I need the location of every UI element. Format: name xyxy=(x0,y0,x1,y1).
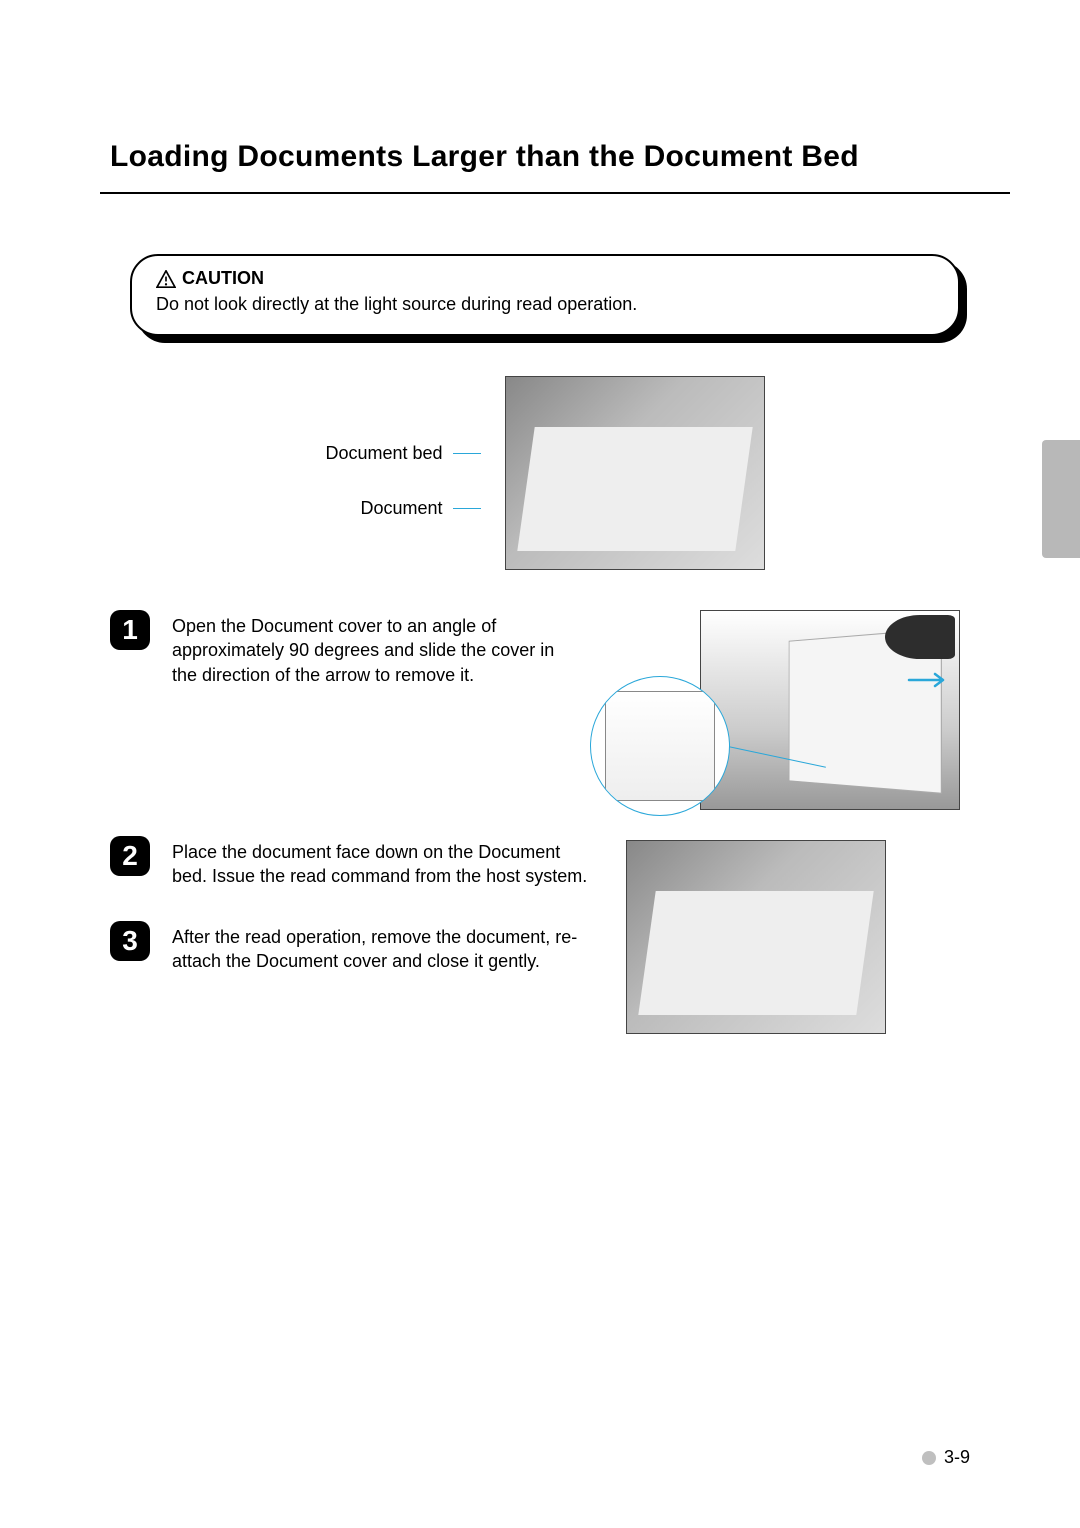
label-document: Document xyxy=(360,498,442,519)
warning-triangle-icon xyxy=(156,270,176,288)
page-footer: 3-9 xyxy=(922,1447,970,1468)
step-1-photo xyxy=(700,610,960,810)
step-3-badge: 3 xyxy=(110,921,150,961)
step-3-left: 3 After the read operation, remove the d… xyxy=(110,921,590,974)
direction-arrow-icon xyxy=(907,671,955,689)
label-document-row: Document xyxy=(360,498,480,519)
caution-box: CAUTION Do not look directly at the ligh… xyxy=(130,254,960,336)
step-2-badge: 2 xyxy=(110,836,150,876)
step-1-left: 1 Open the Document cover to an angle of… xyxy=(110,610,566,687)
section-tab xyxy=(1042,440,1080,558)
leader-line xyxy=(453,453,481,454)
caution-text: Do not look directly at the light source… xyxy=(156,293,934,316)
steps-2-3-group: 2 Place the document face down on the Do… xyxy=(110,836,960,1034)
hand-illustration xyxy=(885,615,955,659)
footer-bullet-icon xyxy=(922,1451,936,1465)
label-document-bed: Document bed xyxy=(325,443,442,464)
caution-heading: CAUTION xyxy=(182,268,264,289)
step-3-text: After the read operation, remove the doc… xyxy=(172,921,590,974)
leader-line xyxy=(453,508,481,509)
label-document-bed-row: Document bed xyxy=(325,443,480,464)
steps-list: 1 Open the Document cover to an angle of… xyxy=(110,610,960,1034)
step-2-text: Place the document face down on the Docu… xyxy=(172,836,590,889)
step-1-figure xyxy=(590,610,960,810)
step-1-badge: 1 xyxy=(110,610,150,650)
steps-2-3-text-col: 2 Place the document face down on the Do… xyxy=(110,836,590,973)
page-title: Loading Documents Larger than the Docume… xyxy=(110,140,980,174)
page-number: 3-9 xyxy=(944,1447,970,1468)
steps-2-3-photo xyxy=(626,840,886,1034)
caution-heading-row: CAUTION xyxy=(156,268,934,289)
title-rule xyxy=(100,192,1010,194)
step-3: 3 After the read operation, remove the d… xyxy=(110,921,590,974)
callout-detail xyxy=(605,691,715,801)
step-1-detail-callout xyxy=(590,676,730,816)
overview-photo xyxy=(505,376,765,570)
step-2-left: 2 Place the document face down on the Do… xyxy=(110,836,590,889)
overview-labels: Document bed Document xyxy=(325,443,480,519)
step-2: 2 Place the document face down on the Do… xyxy=(110,836,590,889)
manual-page: Loading Documents Larger than the Docume… xyxy=(0,0,1080,1528)
step-1: 1 Open the Document cover to an angle of… xyxy=(110,610,960,810)
step-1-text: Open the Document cover to an angle of a… xyxy=(172,610,566,687)
caution-box-inner: CAUTION Do not look directly at the ligh… xyxy=(130,254,960,336)
overview-figure: Document bed Document xyxy=(150,376,940,570)
